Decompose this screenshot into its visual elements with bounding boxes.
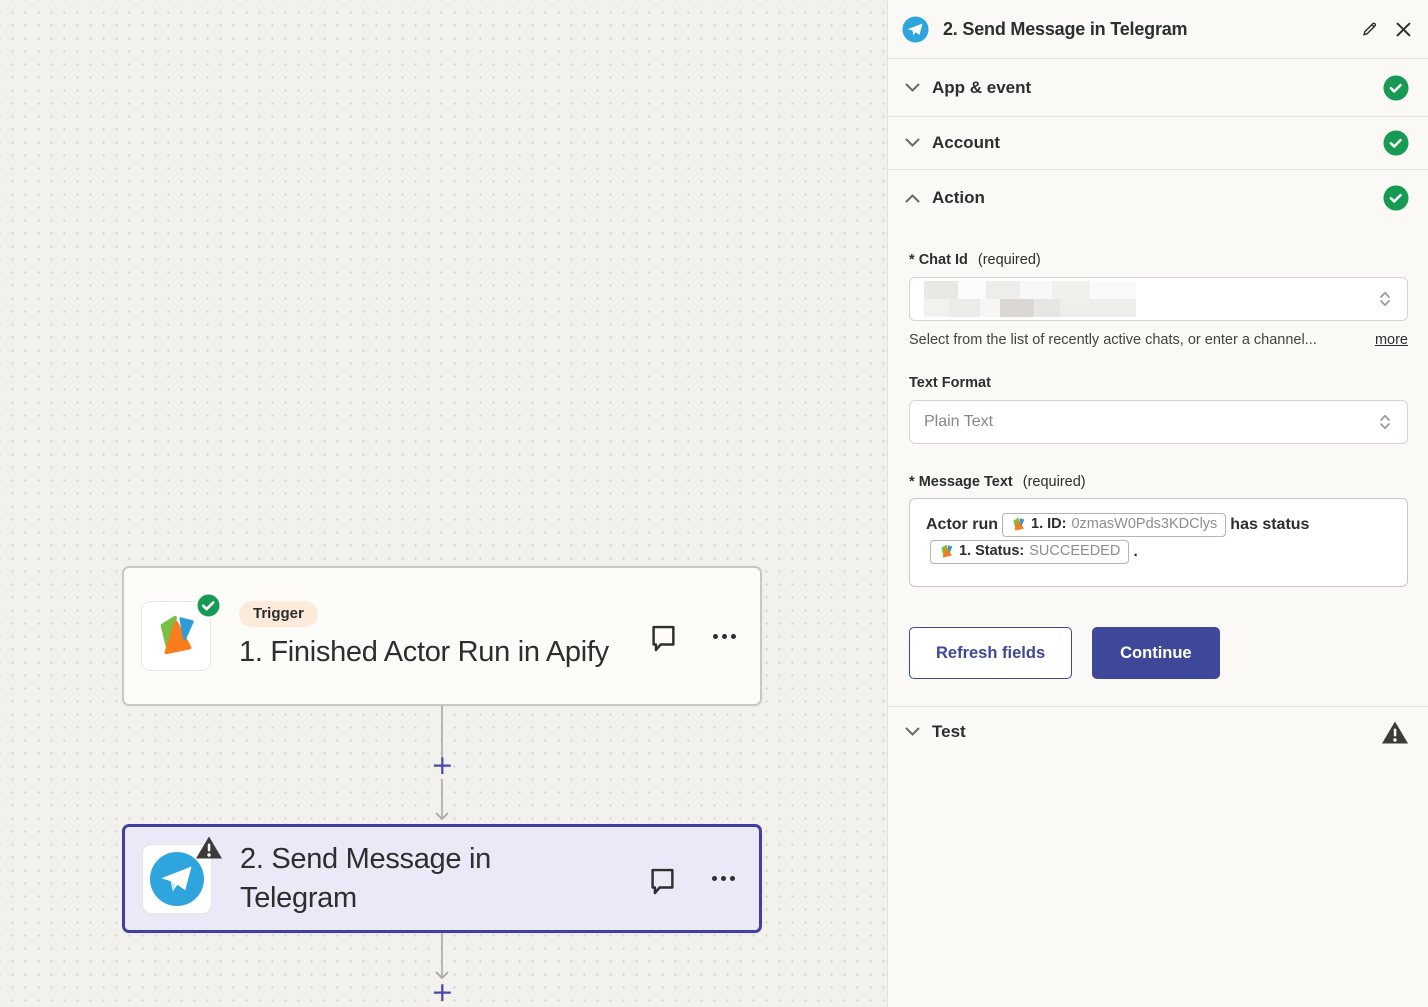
check-circle-icon <box>1383 185 1409 211</box>
text-format-select[interactable]: Plain Text <box>909 400 1408 444</box>
close-panel-button[interactable] <box>1395 21 1412 38</box>
rename-step-button[interactable] <box>1360 20 1379 39</box>
add-step-button[interactable]: + <box>431 755 453 777</box>
step-settings-panel: 2. Send Message in Telegram App & e <box>887 0 1428 1007</box>
chat-id-helper: Select from the list of recently active … <box>909 332 1363 348</box>
warning-triangle-icon <box>1381 720 1409 745</box>
message-prefix: Actor run <box>926 516 998 533</box>
section-app-and-event[interactable]: App & event <box>888 59 1428 117</box>
select-chevrons-icon <box>1377 289 1393 309</box>
section-action[interactable]: Action <box>888 170 1428 225</box>
section-label: Action <box>932 188 1371 208</box>
step-menu-button[interactable] <box>712 876 735 881</box>
add-note-button[interactable] <box>647 620 679 652</box>
apify-logo-icon <box>939 544 954 559</box>
chevron-down-icon <box>905 727 920 737</box>
close-icon <box>1395 21 1412 38</box>
warning-triangle-icon <box>195 835 223 860</box>
panel-header: 2. Send Message in Telegram <box>888 0 1428 59</box>
comment-bubble-icon <box>647 620 679 652</box>
ellipsis-icon <box>712 876 735 881</box>
trigger-step-card[interactable]: Trigger 1. Finished Actor Run in Apify <box>122 566 762 706</box>
select-chevrons-icon <box>1377 412 1393 432</box>
ellipsis-icon <box>713 634 736 639</box>
action-step-card[interactable]: 2. Send Message in Telegram <box>122 824 762 933</box>
message-text-input[interactable]: Actor run1. ID:0zmasW0Pds3KDClyshas stat… <box>909 498 1408 587</box>
chat-id-label: * Chat Id (required) <box>909 252 1408 268</box>
section-account[interactable]: Account <box>888 117 1428 170</box>
field-token-id[interactable]: 1. ID:0zmasW0Pds3KDClys <box>1002 513 1226 537</box>
add-step-button[interactable]: + <box>431 982 453 1004</box>
chevron-down-icon <box>905 83 920 93</box>
refresh-fields-button[interactable]: Refresh fields <box>909 627 1072 679</box>
apify-app-icon <box>141 601 211 671</box>
trigger-step-title: 1. Finished Actor Run in Apify <box>239 633 609 672</box>
section-label: App & event <box>932 78 1371 98</box>
section-test[interactable]: Test <box>888 707 1428 757</box>
chevron-down-icon <box>905 138 920 148</box>
action-step-title: 2. Send Message in Telegram <box>240 840 610 918</box>
zap-editor: Trigger 1. Finished Actor Run in Apify + <box>0 0 1428 1007</box>
required-marker: * <box>909 252 915 268</box>
required-note: (required) <box>1023 474 1086 490</box>
more-link[interactable]: more <box>1375 332 1408 348</box>
apify-logo-icon <box>1011 517 1026 532</box>
required-note: (required) <box>978 252 1041 268</box>
text-format-value: Plain Text <box>924 413 993 431</box>
pencil-icon <box>1360 20 1379 39</box>
check-circle-icon <box>1383 75 1409 101</box>
telegram-logo-icon <box>902 16 929 43</box>
continue-button[interactable]: Continue <box>1092 627 1220 679</box>
check-circle-icon <box>195 592 222 619</box>
comment-bubble-icon <box>646 863 678 895</box>
message-suffix: . <box>1133 543 1137 560</box>
message-text-label: * Message Text (required) <box>909 474 1408 490</box>
trigger-badge: Trigger <box>239 601 318 627</box>
check-circle-icon <box>1383 130 1409 156</box>
redacted-value <box>924 281 1136 318</box>
field-token-status[interactable]: 1. Status:SUCCEEDED <box>930 540 1129 564</box>
action-form: * Chat Id (required) Select from the lis… <box>888 225 1428 679</box>
message-middle: has status <box>1230 516 1309 533</box>
apify-logo-icon <box>153 613 199 659</box>
step-warning-badge <box>195 835 223 865</box>
step-menu-button[interactable] <box>713 634 736 639</box>
chat-id-select[interactable] <box>909 277 1408 321</box>
workflow-canvas[interactable]: Trigger 1. Finished Actor Run in Apify + <box>0 0 887 1007</box>
required-marker: * <box>909 474 915 490</box>
section-label: Account <box>932 133 1371 153</box>
add-note-button[interactable] <box>646 863 678 895</box>
step-success-badge <box>195 592 222 619</box>
arrow-down-icon <box>435 812 449 821</box>
chevron-up-icon <box>905 193 920 203</box>
section-label: Test <box>932 722 1369 742</box>
panel-title: 2. Send Message in Telegram <box>943 19 1346 40</box>
text-format-label: Text Format <box>909 375 1408 391</box>
telegram-app-icon <box>142 844 212 914</box>
